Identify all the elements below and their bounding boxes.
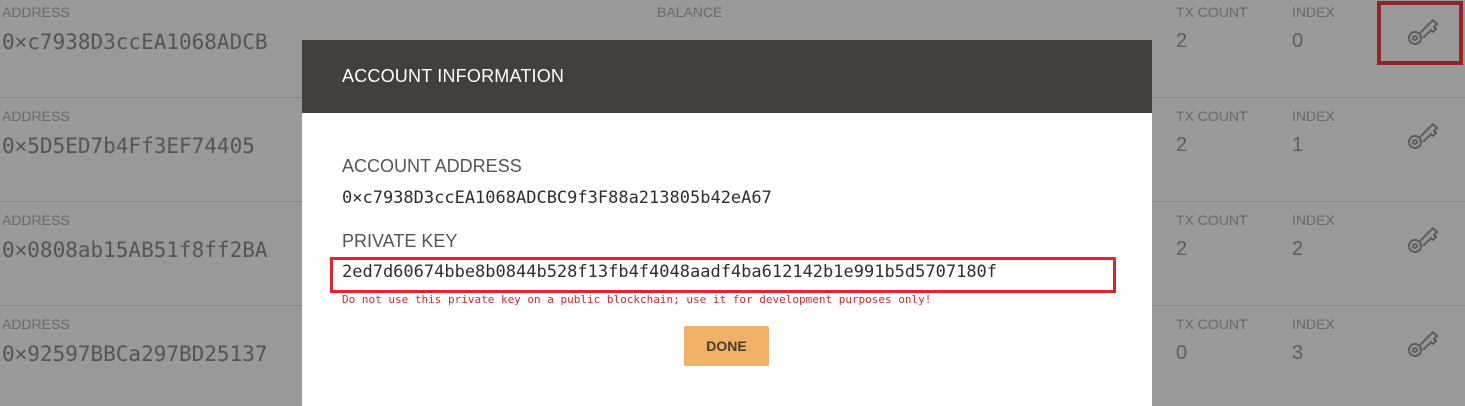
done-button[interactable]: DONE xyxy=(684,326,769,366)
account-address-value: 0×c7938D3ccEA1068ADCBC9f3F88a213805b42eA… xyxy=(342,188,772,208)
private-key-value[interactable]: 2ed7d60674bbe8b0844b528f13fb4f4048aadf4b… xyxy=(342,262,997,282)
private-key-label: PRIVATE KEY xyxy=(342,231,458,251)
modal-title: ACCOUNT INFORMATION xyxy=(342,66,565,86)
private-key-warning: Do not use this private key on a public … xyxy=(342,293,932,306)
account-address-label: ACCOUNT ADDRESS xyxy=(342,156,522,176)
modal-header: ACCOUNT INFORMATION xyxy=(302,40,1152,113)
account-information-modal: ACCOUNT INFORMATION ACCOUNT ADDRESS 0×c7… xyxy=(302,40,1152,406)
